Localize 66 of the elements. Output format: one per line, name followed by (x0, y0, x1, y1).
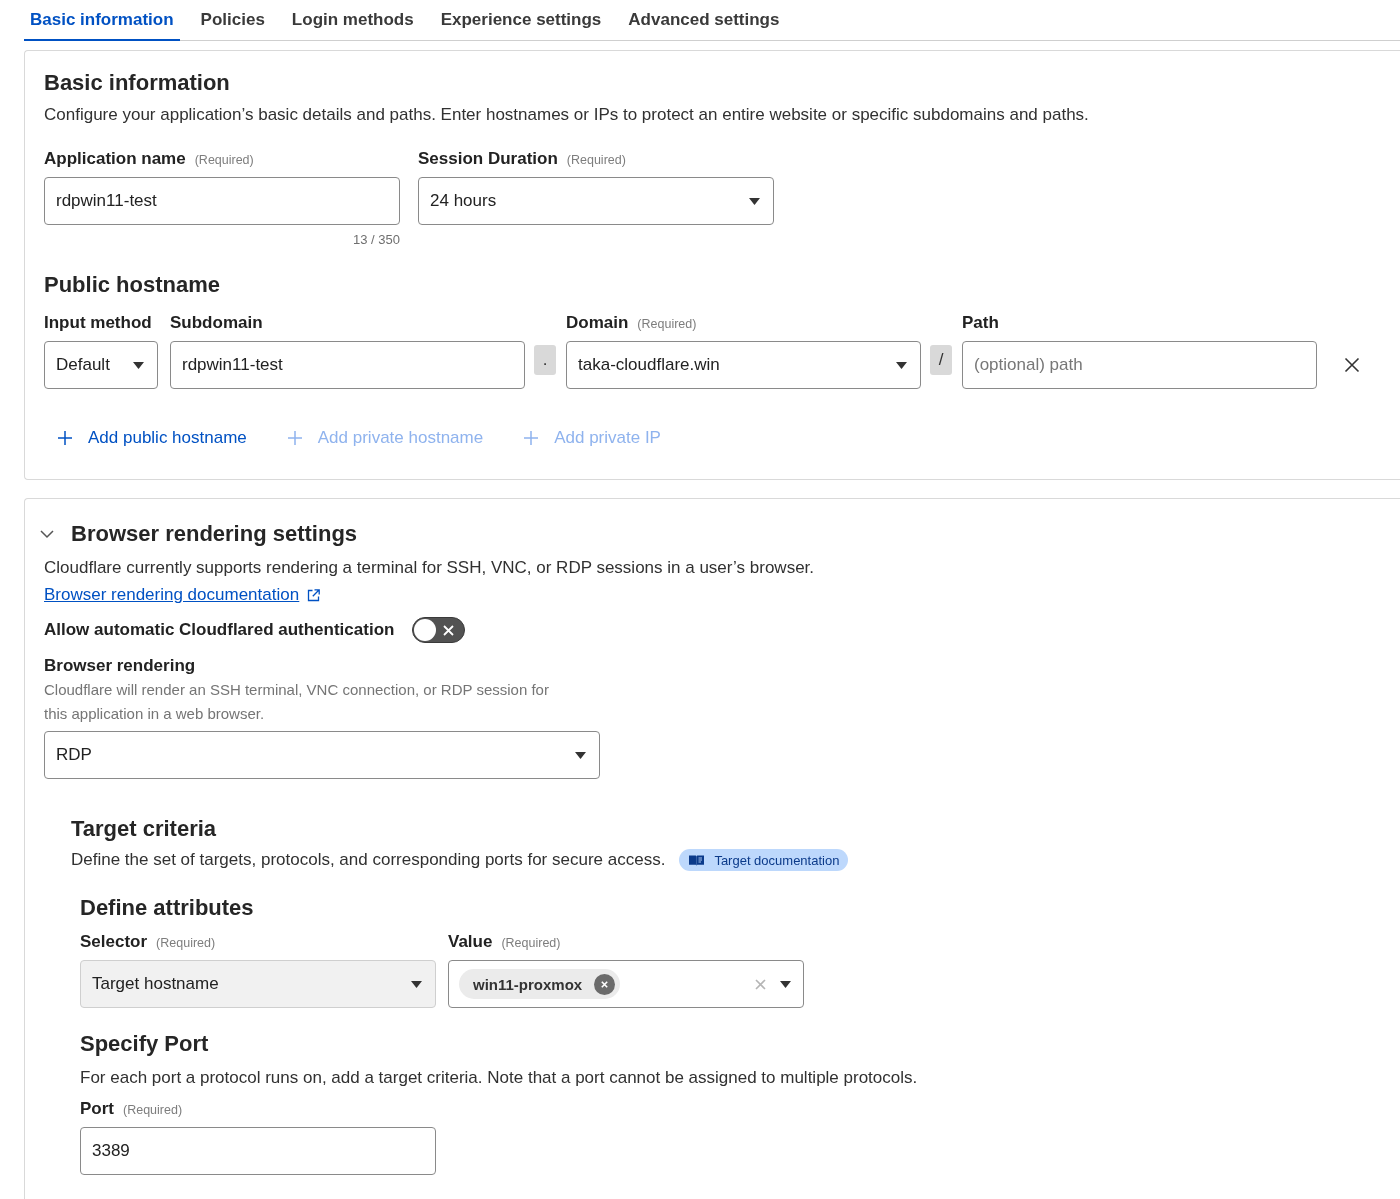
field-label: Value (448, 931, 493, 953)
field-label: Browser rendering (44, 655, 196, 677)
plus-icon (58, 431, 72, 445)
tab[interactable]: Advanced settings (622, 0, 786, 41)
section-description: Define the set of targets, protocols, and corresponding ports for secure access. (71, 849, 666, 871)
character-counter: 13 / 350 (353, 232, 400, 248)
separator-label: . (534, 345, 556, 375)
section-heading: Basic information (44, 69, 230, 97)
plus-icon (524, 431, 539, 445)
field-label: Subdomain (170, 312, 263, 334)
remove-icon[interactable] (594, 973, 616, 995)
field-label: Port (80, 1098, 114, 1120)
field-label: Input method (44, 312, 152, 334)
tab[interactable]: Login methods (285, 0, 420, 41)
chevron-down-icon[interactable] (40, 527, 54, 541)
section-heading: Specify Port (80, 1030, 209, 1058)
text-field[interactable]: rdpwin11-test (44, 177, 400, 225)
field-label: Session Duration (418, 148, 558, 170)
toggle-label: Allow automatic Cloudflared authentication (44, 620, 395, 640)
documentation-badge[interactable]: Target documentation (679, 849, 849, 871)
field-hint: Cloudflare will render an SSH terminal, VNC connection, or RDP session for this application in a web browser. (44, 680, 550, 724)
caret-down-icon[interactable] (749, 197, 760, 205)
field-label: Application name (44, 148, 186, 170)
text-field[interactable]: rdpwin11-test (170, 341, 525, 389)
documentation-link[interactable]: Browser rendering documentation (44, 583, 321, 607)
dropdown-select[interactable]: RDP (44, 731, 600, 779)
close-icon (1344, 357, 1360, 373)
dropdown-select[interactable]: Default (44, 341, 158, 389)
multi-select[interactable]: win11-proxmox (448, 960, 804, 1008)
toggle-switch[interactable] (412, 617, 466, 643)
required-note: (Required) (637, 316, 697, 333)
tab[interactable]: Basic information (24, 0, 180, 41)
required-note: (Required) (194, 152, 254, 169)
cross-icon (443, 624, 455, 636)
separator-label: / (930, 345, 952, 375)
dropdown-select[interactable]: 24 hours (418, 177, 774, 225)
section-heading: Define attributes (80, 894, 254, 922)
required-note: (Required) (501, 935, 561, 952)
field-label: Path (962, 312, 999, 334)
text-field[interactable]: (optional) path (962, 341, 1317, 389)
section-heading: Target criteria (71, 815, 217, 843)
external-link-icon (307, 588, 321, 602)
caret-down-icon[interactable] (575, 751, 586, 759)
section-heading: Public hostname (44, 271, 221, 299)
remove-hostname-button[interactable] (1344, 357, 1360, 373)
caret-down-icon[interactable] (133, 361, 144, 369)
tab[interactable]: Experience settings (434, 0, 608, 41)
value-chip[interactable]: win11-proxmox (459, 969, 621, 999)
required-note: (Required) (566, 152, 626, 169)
field-label: Selector (80, 931, 148, 953)
book-icon (689, 854, 705, 866)
required-note: (Required) (156, 935, 216, 952)
section-description: Cloudflare currently supports rendering a terminal for SSH, VNC, or RDP sessions in a user’s browser. (44, 557, 815, 579)
tab[interactable]: Policies (194, 0, 271, 41)
dropdown-select[interactable]: taka-cloudflare.win (566, 341, 921, 389)
field-label: Domain (566, 312, 629, 334)
required-note: (Required) (123, 1102, 183, 1119)
section-heading: Browser rendering settings (71, 520, 358, 548)
section-description: Configure your application’s basic details and paths. Enter hostnames or IPs to protect an entire website or specific subdomains and paths. (44, 104, 1089, 126)
caret-down-icon[interactable] (896, 361, 907, 369)
plus-icon (287, 431, 302, 445)
section-description: For each port a protocol runs on, add a target criteria. Note that a port cannot be assigned to multiple protocols. (80, 1067, 918, 1089)
text-field[interactable]: 3389 (80, 1127, 436, 1175)
add-hostname-button[interactable]: Add public hostname (58, 422, 247, 454)
toggle-knob[interactable] (414, 619, 437, 641)
caret-down-icon[interactable] (780, 980, 791, 988)
